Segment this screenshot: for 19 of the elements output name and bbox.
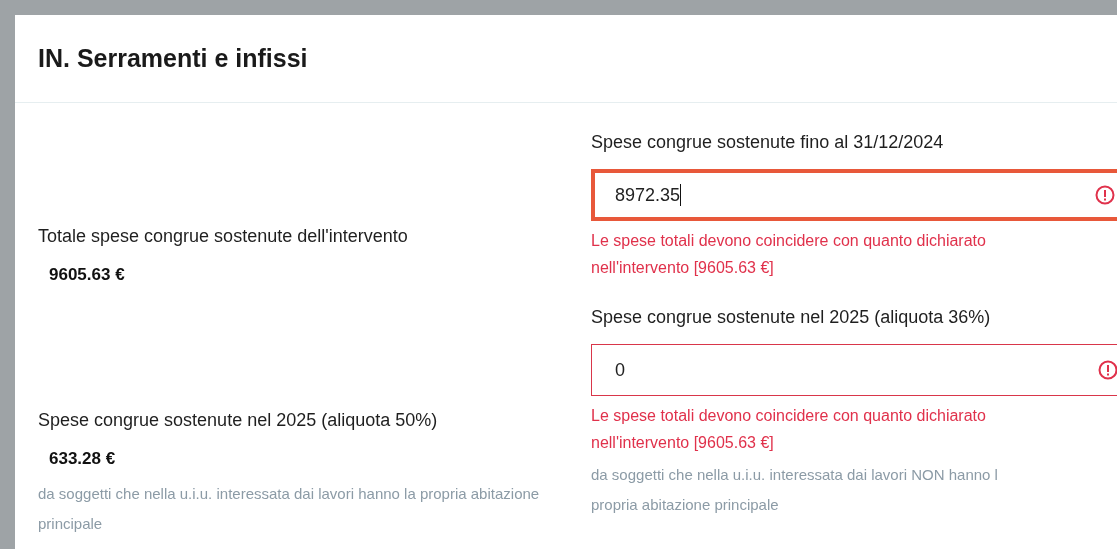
field-label: Spese congrue sostenute fino al 31/12/2024 — [591, 131, 945, 154]
dialog-title: IN. Serramenti e infissi — [38, 42, 308, 74]
input-field[interactable]: 8972.35 — [591, 169, 1117, 221]
error-icon — [1095, 185, 1115, 205]
text-caret — [680, 184, 682, 206]
summary-value: 9605.63 € — [49, 264, 126, 286]
field-label: Spese congrue sostenute nel 2025 (aliquota 36%) — [591, 306, 992, 329]
summary-value: 633.28 € — [49, 447, 117, 470]
error-icon — [1098, 360, 1117, 380]
hint-text: da soggetti che nella u.i.u. interessata dai lavori NON hanno l — [591, 465, 999, 485]
hint-text: da soggetti che nella u.i.u. interessata dai lavori hanno la propria abitazione principale — [38, 484, 541, 534]
error-message: Le spese totali devono coincidere con quanto dichiarato nell'intervento [9605.63 €] — [591, 231, 987, 278]
field-value: 8972.35 — [615, 183, 681, 207]
input-field[interactable]: 0 — [591, 344, 1117, 396]
summary-label: Spese congrue sostenute nel 2025 (aliquota 50%) — [38, 408, 439, 432]
error-message: Le spese totali devono coincidere con quanto dichiarato nell'intervento [9605.63 €] — [591, 406, 987, 453]
hint-text: propria abitazione principale — [591, 495, 780, 515]
field-value: 0 — [615, 358, 625, 382]
summary-label: Totale spese congrue sostenute dell'intervento — [38, 225, 409, 248]
